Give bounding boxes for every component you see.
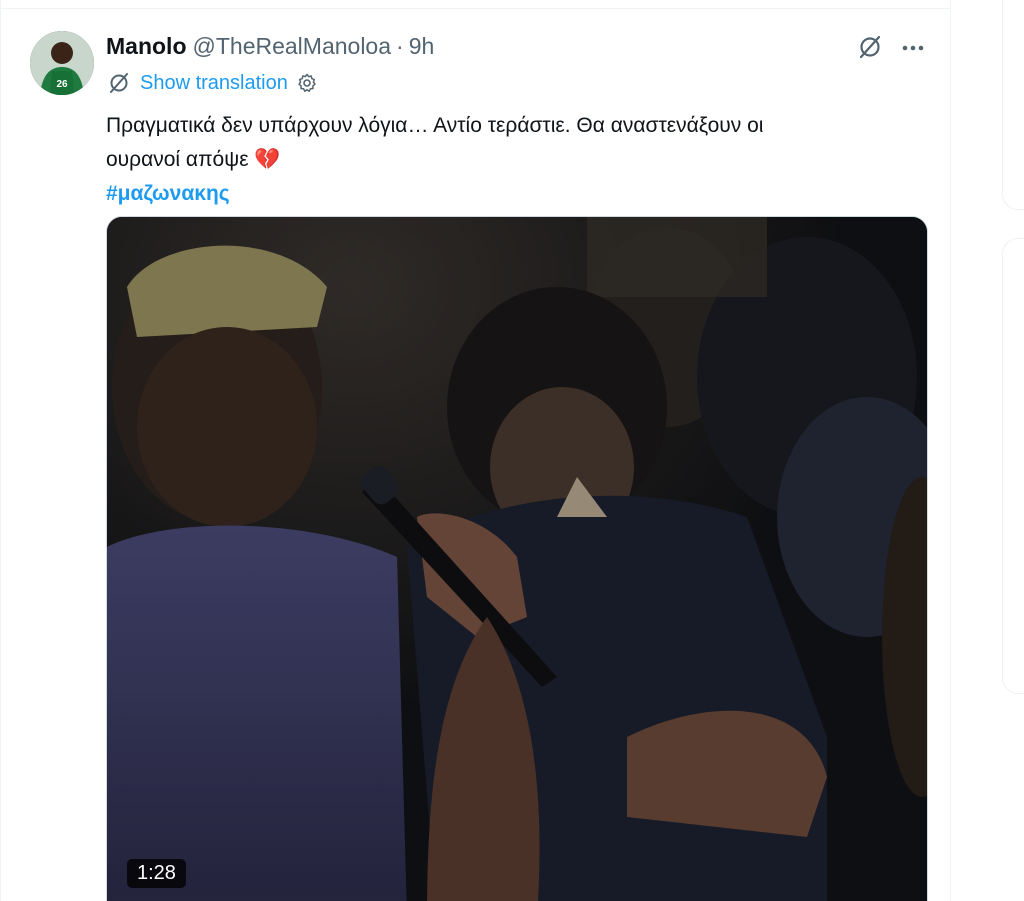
more-icon[interactable] [900,35,926,61]
user-handle[interactable]: @TheRealManoloa [193,33,392,60]
avatar-jersey-number: 26 [56,79,68,90]
grok-icon[interactable] [856,33,884,61]
tweet-hashtag-line: #μαζωνακης [106,177,926,211]
broken-heart-emoji: 💔 [254,148,281,171]
hashtag-link[interactable]: #μαζωνακης [106,182,230,205]
timeline-page: 26 Manolo @TheRealManoloa · 9h Show tran… [0,0,1024,901]
translation-row: Show translation [106,69,318,97]
tweet-header: Manolo @TheRealManoloa · 9h [106,31,434,61]
show-translation-link[interactable]: Show translation [140,72,288,95]
timeline-right-border [950,0,951,901]
sidebar-card-top [1002,0,1024,210]
header-separator: · [396,32,404,59]
tweet-text: Πραγματικά δεν υπάρχουν λόγια… Αντίο τερ… [106,109,926,211]
avatar-image: 26 [30,31,94,95]
display-name[interactable]: Manolo [106,33,187,60]
sidebar-card-bottom [1002,238,1024,694]
tweet-text-line-2: ουρανοί απόψε 💔 [106,143,926,177]
avatar[interactable]: 26 [30,31,94,95]
translate-icon [110,73,128,93]
settings-icon[interactable] [296,72,318,94]
tweet-text-line-2-text: ουρανοί απόψε [106,148,249,171]
video-thumbnail [107,217,927,901]
video-duration-badge: 1:28 [127,859,186,888]
tweet-timestamp[interactable]: 9h [409,33,435,60]
tweet-text-line-1: Πραγματικά δεν υπάρχουν λόγια… Αντίο τερ… [106,114,764,137]
video-player[interactable]: 1:28 [106,216,928,901]
tweet[interactable]: 26 Manolo @TheRealManoloa · 9h Show tran… [0,9,950,901]
